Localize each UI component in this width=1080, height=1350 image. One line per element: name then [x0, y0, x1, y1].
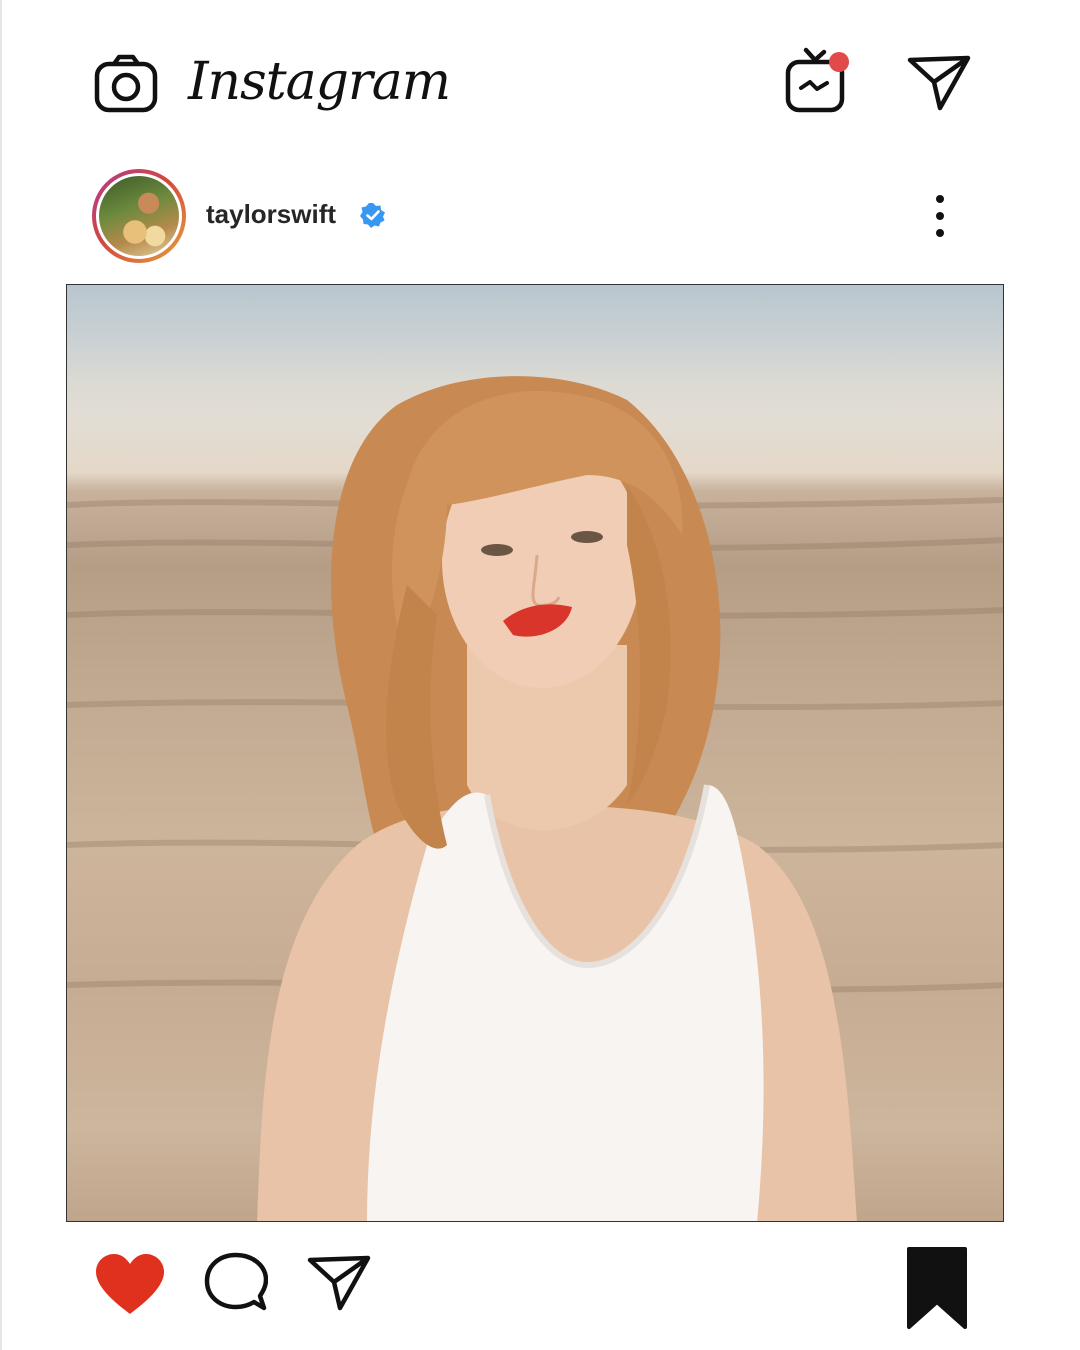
frame-edge	[0, 0, 2, 1350]
avatar[interactable]	[92, 169, 186, 263]
post-username[interactable]: taylorswift	[206, 198, 336, 230]
heart-filled-icon[interactable]	[94, 1252, 166, 1318]
comment-icon[interactable]	[204, 1252, 268, 1314]
avatar-image	[99, 176, 179, 256]
post-photo-illustration	[67, 376, 1003, 1221]
top-bar: Instagram	[0, 0, 1080, 150]
notification-dot	[829, 52, 849, 72]
more-vertical-icon[interactable]	[928, 194, 952, 238]
avatar-ring	[96, 173, 182, 259]
instagram-logo[interactable]: Instagram	[188, 50, 451, 114]
bookmark-filled-icon[interactable]	[906, 1246, 968, 1330]
send-icon[interactable]	[306, 1252, 372, 1312]
igtv-icon[interactable]	[784, 46, 852, 116]
verified-badge-icon	[360, 203, 385, 228]
post-photo[interactable]	[66, 284, 1004, 1222]
camera-icon[interactable]	[94, 54, 158, 114]
direct-send-icon[interactable]	[906, 52, 972, 112]
